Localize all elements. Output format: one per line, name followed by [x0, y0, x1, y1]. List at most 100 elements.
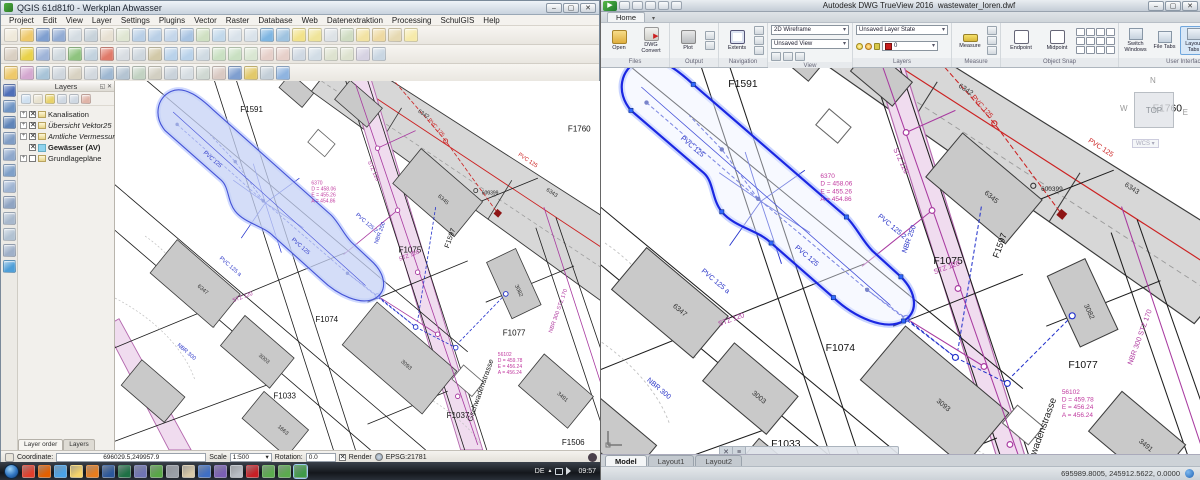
- expander-icon[interactable]: +: [20, 111, 27, 118]
- add-oracle-layer-icon[interactable]: [3, 244, 16, 257]
- center-snap-icon[interactable]: [1076, 28, 1085, 36]
- show-bookmarks-icon[interactable]: [388, 28, 402, 42]
- layer-item[interactable]: +Grundlagepläne: [20, 153, 114, 164]
- open-table-icon[interactable]: [244, 66, 258, 80]
- taskbar-item-internet-explorer[interactable]: [54, 465, 67, 478]
- qgis-titlebar[interactable]: QGIS 61d81f0 - Werkplan Abwasser – ▢ ✕: [1, 1, 599, 15]
- taskbar-item-media-app[interactable]: [86, 465, 99, 478]
- nearest-snap-icon[interactable]: [1076, 46, 1085, 54]
- batch-plot-icon[interactable]: [705, 31, 715, 40]
- plot-button[interactable]: Plot: [673, 30, 703, 51]
- layer-on-off-icon[interactable]: [856, 43, 863, 50]
- menu-schulgis[interactable]: SchulGIS: [437, 16, 479, 25]
- pan-icon[interactable]: [754, 26, 764, 35]
- qat-preview-icon[interactable]: [645, 1, 656, 10]
- scale-combo[interactable]: 1:500▾: [230, 453, 272, 462]
- command-close-icon[interactable]: ✕: [720, 447, 733, 454]
- scale-bar-icon[interactable]: [68, 66, 82, 80]
- raster-calculator-icon[interactable]: [196, 66, 210, 80]
- zoom-last-icon[interactable]: [228, 28, 242, 42]
- tangent-snap-icon[interactable]: [1086, 37, 1095, 45]
- viewcube-east[interactable]: E: [1183, 108, 1188, 117]
- new-shapefile-layer-icon[interactable]: [3, 228, 16, 241]
- viewcube-wcs-menu[interactable]: WCS ▾: [1132, 139, 1159, 148]
- add-ring-icon[interactable]: [212, 47, 226, 61]
- new-project-icon[interactable]: [4, 28, 18, 42]
- viewcube-top-face[interactable]: TOP: [1134, 92, 1174, 128]
- layer-item[interactable]: +✕Amtliche Vermessung: [20, 131, 114, 142]
- close-button[interactable]: ✕: [580, 3, 596, 13]
- insert-snap-icon[interactable]: [1086, 46, 1095, 54]
- north-arrow-icon[interactable]: [84, 66, 98, 80]
- qat-open-icon[interactable]: [619, 1, 630, 10]
- taskbar-item-communicator[interactable]: [134, 465, 147, 478]
- georeferencer-icon[interactable]: [164, 66, 178, 80]
- file-tabs-button[interactable]: File Tabs: [1151, 29, 1178, 52]
- tab-layout1[interactable]: Layout1: [648, 455, 695, 466]
- plugin-manager-icon[interactable]: [116, 66, 130, 80]
- intersection-snap-icon[interactable]: [1096, 28, 1105, 36]
- viewcube[interactable]: N W E TOP WCS ▾: [1122, 74, 1186, 148]
- add-feature-icon[interactable]: [68, 47, 82, 61]
- layer-visibility-checkbox[interactable]: ✕: [29, 111, 36, 118]
- menu-view[interactable]: View: [62, 16, 87, 25]
- expander-icon[interactable]: +: [20, 155, 27, 162]
- qgis-map-canvas[interactable]: F1591F1760F1075F1074F1077F1033F1037F1506…: [115, 81, 601, 450]
- delete-selected-icon[interactable]: [100, 47, 114, 61]
- current-edits-icon[interactable]: [5, 453, 14, 462]
- volume-icon[interactable]: [566, 467, 575, 475]
- map-tips-icon[interactable]: [356, 28, 370, 42]
- split-features-icon[interactable]: [324, 47, 338, 61]
- python-console-icon[interactable]: [100, 66, 114, 80]
- osm-tools-icon[interactable]: [276, 66, 290, 80]
- new-composer-icon[interactable]: [68, 28, 82, 42]
- viewcube-west[interactable]: W: [1120, 104, 1128, 113]
- list-icon[interactable]: [987, 46, 997, 55]
- composer-manager-icon[interactable]: [84, 28, 98, 42]
- named-view-combo[interactable]: Unsaved View▾: [771, 39, 849, 49]
- trueview-titlebar[interactable]: ▶ Autodesk DWG TrueView 2016 wastewater_…: [601, 0, 1200, 12]
- taskbar-item-windows-explorer[interactable]: [70, 465, 83, 478]
- log-messages-button[interactable]: [588, 453, 597, 462]
- qat-publish-icon[interactable]: [658, 1, 669, 10]
- layer-labeling-icon[interactable]: [4, 66, 18, 80]
- highlight-layer-icon[interactable]: [3, 260, 16, 273]
- pan-map-icon[interactable]: [100, 28, 114, 42]
- identify-features-icon[interactable]: [276, 28, 290, 42]
- taskbar-item-chrome[interactable]: [22, 465, 35, 478]
- node-snap-icon[interactable]: [1086, 28, 1095, 36]
- zoom-out-icon[interactable]: [148, 28, 162, 42]
- quick-calc-icon[interactable]: [987, 26, 997, 35]
- zoom-next-icon[interactable]: [244, 28, 258, 42]
- new-bookmark-icon[interactable]: [372, 28, 386, 42]
- menu-plugins[interactable]: Plugins: [155, 16, 189, 25]
- zoom-to-selection-icon[interactable]: [196, 28, 210, 42]
- layer-visibility-checkbox[interactable]: ✕: [29, 122, 36, 129]
- deselect-features-icon[interactable]: [308, 28, 322, 42]
- save-project-as-icon[interactable]: [52, 28, 66, 42]
- named-views-icon[interactable]: [783, 52, 793, 61]
- clock[interactable]: 09:57: [578, 468, 596, 475]
- command-tools-icon[interactable]: ≡: [733, 447, 746, 454]
- gps-tools-icon[interactable]: [132, 66, 146, 80]
- add-delimited-text-layer-icon[interactable]: [3, 212, 16, 225]
- expander-icon[interactable]: +: [20, 133, 27, 140]
- layer-visibility-checkbox[interactable]: [29, 155, 36, 162]
- quadrant-snap-icon[interactable]: [1076, 37, 1085, 45]
- copy-style-icon[interactable]: [228, 66, 242, 80]
- zoom-actual-icon[interactable]: [164, 28, 178, 42]
- minimize-button[interactable]: –: [1148, 1, 1164, 11]
- collapse-all-icon[interactable]: [69, 94, 79, 104]
- add-wcs-layer-icon[interactable]: [3, 132, 16, 145]
- layer-item[interactable]: +✕Kanalisation: [20, 109, 114, 120]
- annotation-monitor-icon[interactable]: [1185, 469, 1194, 478]
- midpoint-snap-button[interactable]: Midpoint: [1040, 30, 1074, 51]
- menu-project[interactable]: Project: [5, 16, 38, 25]
- endpoint-snap-button[interactable]: Endpoint: [1004, 30, 1038, 51]
- expander-icon[interactable]: +: [20, 122, 27, 129]
- offset-curve-icon[interactable]: [308, 47, 322, 61]
- menu-processing[interactable]: Processing: [388, 16, 436, 25]
- add-spatialite-layer-icon[interactable]: [3, 180, 16, 193]
- viewcube-north[interactable]: N: [1150, 76, 1156, 85]
- zoom-icon[interactable]: [754, 36, 764, 45]
